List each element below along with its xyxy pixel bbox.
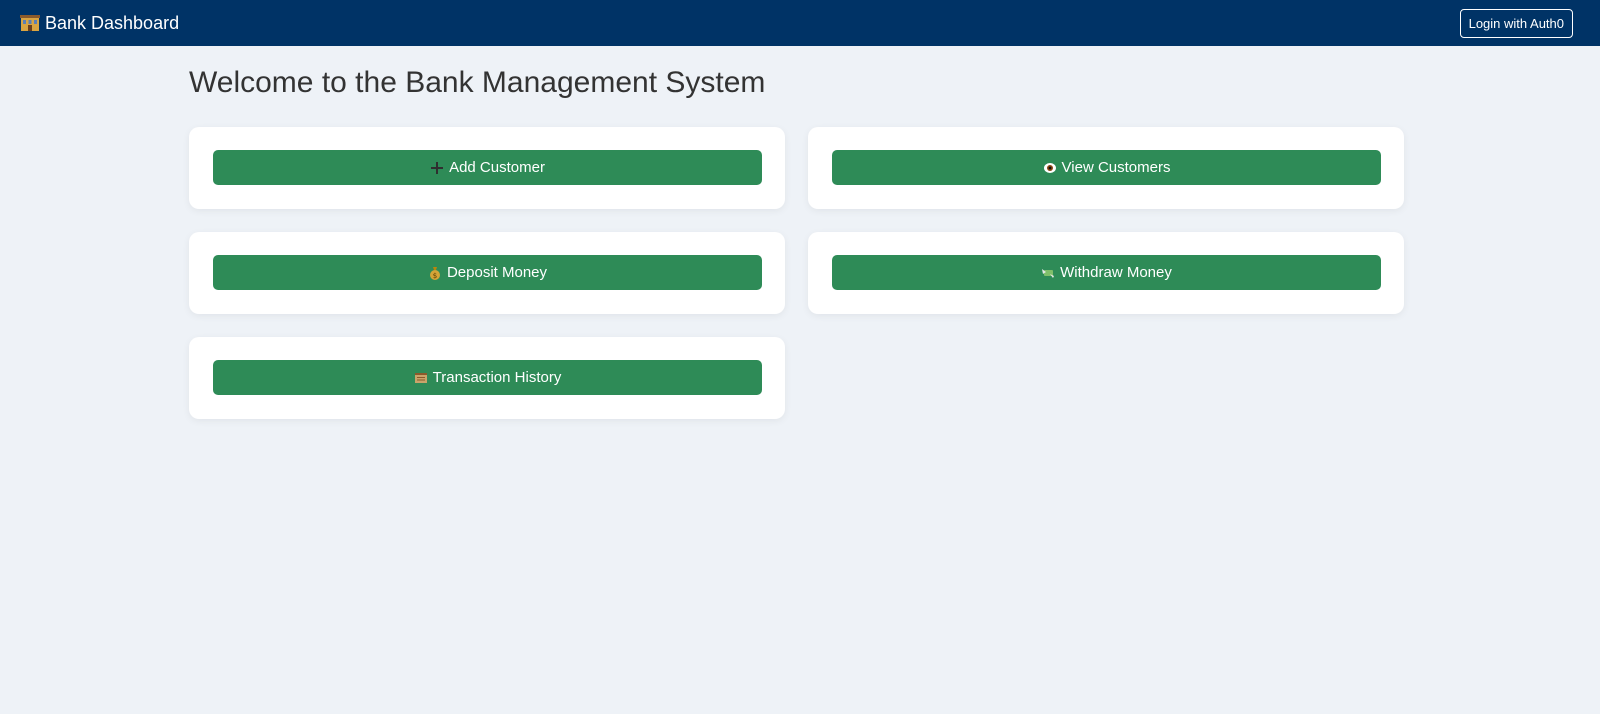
ledger-icon <box>414 371 428 385</box>
deposit-money-button[interactable]: $ Deposit Money <box>213 255 762 290</box>
eye-icon <box>1043 161 1057 175</box>
transaction-history-label: Transaction History <box>432 369 562 386</box>
login-button[interactable]: Login with Auth0 <box>1459 8 1573 38</box>
transaction-history-button[interactable]: Transaction History <box>213 360 762 395</box>
page-title: Welcome to the Bank Management System <box>189 66 766 99</box>
action-card-transaction-history: Transaction History <box>189 337 785 419</box>
action-card-add-customer: Add Customer <box>189 127 785 209</box>
brand-label: Bank Dashboard <box>45 12 180 33</box>
money-with-wings-icon <box>1041 266 1055 280</box>
deposit-money-label: Deposit Money <box>446 264 548 281</box>
action-card-withdraw-money: Withdraw Money <box>808 232 1404 314</box>
money-bag-icon: $ <box>428 266 442 280</box>
brand[interactable]: Bank Dashboard <box>20 13 179 34</box>
add-customer-label: Add Customer <box>449 159 545 176</box>
view-customers-button[interactable]: View Customers <box>832 150 1381 185</box>
withdraw-money-button[interactable]: Withdraw Money <box>832 255 1381 290</box>
action-card-view-customers: View Customers <box>808 127 1404 209</box>
view-customers-label: View Customers <box>1061 159 1171 176</box>
bank-building-icon <box>20 14 40 32</box>
plus-icon <box>430 161 444 175</box>
action-card-deposit-money: $ Deposit Money <box>189 232 785 314</box>
withdraw-money-label: Withdraw Money <box>1060 264 1172 281</box>
svg-text:$: $ <box>433 272 437 280</box>
top-navbar: Bank Dashboard Login with Auth0 <box>0 0 1600 46</box>
add-customer-button[interactable]: Add Customer <box>213 150 762 185</box>
